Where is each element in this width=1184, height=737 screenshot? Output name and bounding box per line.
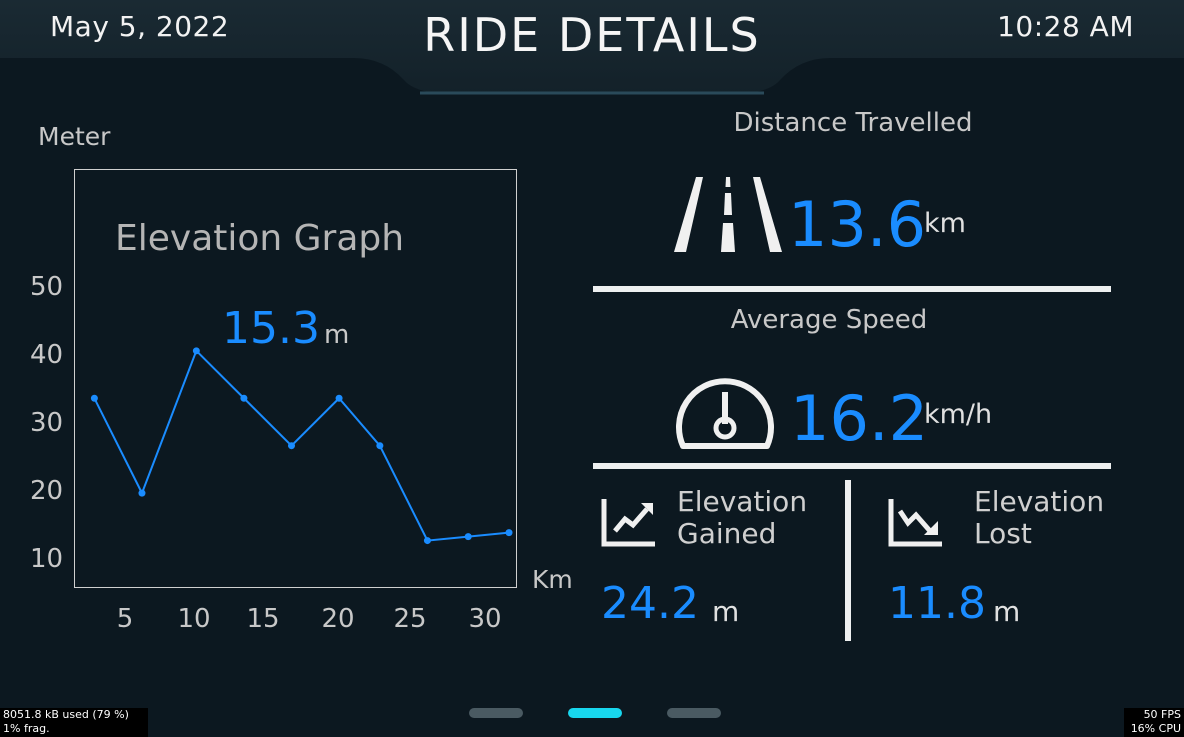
data-point (423, 537, 431, 545)
data-point (138, 489, 146, 497)
memory-monitor: 8051.8 kB used (79 %) 1% frag. (0, 708, 148, 737)
data-point (192, 347, 200, 355)
speed-value: 16.2 (790, 382, 929, 455)
data-point (376, 442, 384, 450)
speed-label: Average Speed (730, 305, 928, 335)
performance-monitor: 50 FPS 16% CPU (1124, 708, 1184, 737)
data-point (288, 442, 295, 450)
elevation-lost-label: Elevation Lost (974, 486, 1104, 550)
road-icon (674, 177, 782, 252)
cpu-readout: 16% CPU (1130, 722, 1181, 735)
trend-up-icon (601, 499, 655, 547)
elevation-lost-unit: m (993, 595, 1021, 628)
divider (593, 286, 1111, 292)
speedometer-icon (676, 378, 774, 449)
series-line (93, 349, 510, 542)
page-indicator-1[interactable] (469, 708, 523, 718)
data-point (505, 529, 513, 537)
elevation-gained-unit: m (712, 595, 740, 628)
elevation-gained-label: Elevation Gained (677, 486, 807, 550)
speed-unit: km/h (924, 399, 993, 430)
fps-readout: 50 FPS (1143, 708, 1181, 721)
elevation-gained-label-line1: Elevation (677, 485, 808, 518)
trend-down-icon (888, 499, 942, 547)
divider-vertical (845, 480, 851, 641)
elevation-gained-label-line2: Gained (677, 517, 777, 550)
elevation-gained-value: 24.2 (601, 578, 699, 629)
distance-unit: km (924, 208, 966, 239)
page-indicator-3[interactable] (667, 708, 721, 718)
divider (593, 463, 1111, 469)
elevation-lost-label-line2: Lost (974, 517, 1032, 550)
elevation-lost-label-line1: Elevation (974, 485, 1105, 518)
page-indicator-2-active[interactable] (568, 708, 622, 718)
data-point (464, 533, 472, 541)
data-point (240, 394, 248, 402)
memory-frag: 1% frag. (3, 722, 50, 735)
memory-usage: 8051.8 kB used (79 %) (3, 708, 129, 721)
distance-label: Distance Travelled (733, 108, 973, 138)
distance-value: 13.6 (788, 188, 927, 261)
data-point (335, 394, 343, 402)
data-point (90, 394, 98, 402)
elevation-lost-value: 11.8 (888, 578, 986, 629)
